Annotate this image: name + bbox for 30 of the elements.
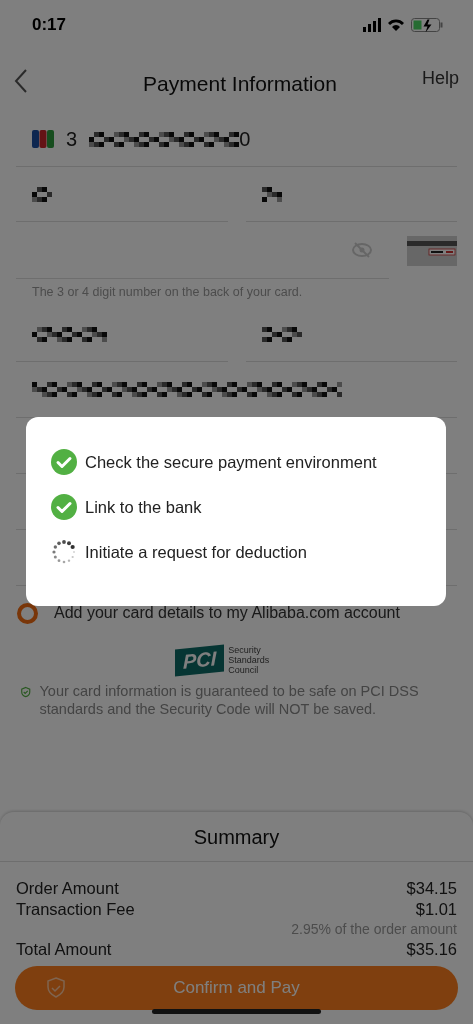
step-label: Check the secure payment environment xyxy=(85,452,377,472)
pixelated-text-drawing xyxy=(261,186,282,202)
summary-value: $1.01 xyxy=(415,899,457,920)
status-time: 0:17 xyxy=(32,15,67,35)
pixelated-text-drawing xyxy=(261,326,302,342)
security-note: Your card information is guaranteed to be safe on PCI DSS standards and the Security Code will NOT be saved. xyxy=(39,681,420,718)
card-number-end: 0 xyxy=(239,127,251,151)
pci-caption: Security Standards Council xyxy=(228,646,271,676)
pci-logo: PCI xyxy=(174,644,225,677)
summary-value: $34.15 xyxy=(406,878,457,899)
save-card-label: Add your card details to my Alibaba.com account xyxy=(54,604,400,622)
summary-label: Total Amount xyxy=(16,939,112,960)
back-icon[interactable] xyxy=(14,68,28,94)
card-back-icon xyxy=(407,235,457,266)
summary-value: $35.16 xyxy=(406,939,457,960)
card-brand-icon xyxy=(32,130,54,148)
battery-charging-icon xyxy=(411,18,443,32)
summary-title: Summary xyxy=(0,812,473,862)
help-link[interactable]: Help xyxy=(421,67,459,89)
step-label: Link to the bank xyxy=(85,497,202,517)
card-number-start: 3 xyxy=(66,127,78,151)
wifi-icon xyxy=(388,19,404,31)
summary-label: Transaction Fee xyxy=(16,899,135,920)
save-card-checkbox[interactable] xyxy=(17,602,38,624)
page-title: Payment Information xyxy=(143,72,337,96)
pixelated-text-drawing xyxy=(32,186,52,202)
signal-icon xyxy=(363,18,381,32)
summary-label: Order Amount xyxy=(16,878,119,899)
step-label: Initiate a request for deduction xyxy=(85,542,307,562)
shield-check-icon xyxy=(45,976,67,1000)
